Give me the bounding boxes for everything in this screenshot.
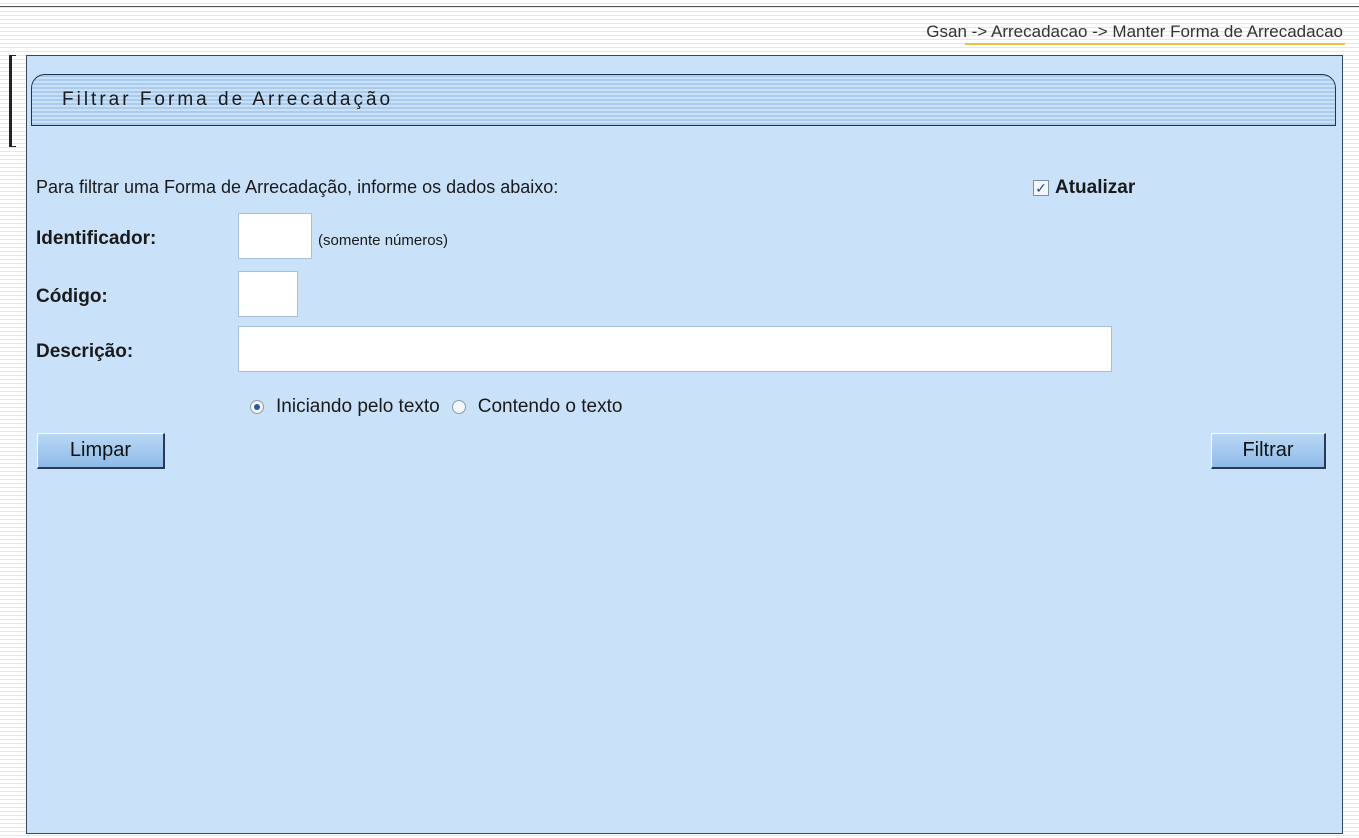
limpar-button[interactable]: Limpar [37,433,165,469]
radio-selected-icon[interactable] [250,400,264,414]
identificador-label: Identificador: [36,228,157,249]
panel-header: Filtrar Forma de Arrecadação [31,74,1336,126]
panel-title: Filtrar Forma de Arrecadação [62,89,394,110]
atualizar-checkbox-group[interactable]: ✓ Atualizar [1033,177,1135,199]
filtrar-button[interactable]: Filtrar [1211,433,1326,469]
descricao-input[interactable] [238,326,1112,372]
radio-option-contendo[interactable]: Contendo o texto [478,396,623,418]
breadcrumb-underline [965,43,1345,45]
top-divider [0,6,1359,7]
identificador-input[interactable] [238,213,312,259]
breadcrumb: Gsan -> Arrecadacao -> Manter Forma de A… [926,22,1343,41]
intro-text: Para filtrar uma Forma de Arrecadação, i… [36,177,559,197]
page: Gsan -> Arrecadacao -> Manter Forma de A… [0,0,1359,838]
left-menu-edge [9,55,16,147]
codigo-input[interactable] [238,271,298,317]
codigo-label: Código: [36,286,108,307]
atualizar-label: Atualizar [1055,177,1136,198]
filter-panel: Filtrar Forma de Arrecadação Para filtra… [26,55,1343,834]
identificador-hint: (somente números) [318,232,449,249]
search-mode-group: Iniciando pelo texto Contendo o texto [250,396,622,418]
checkbox-checked-icon[interactable]: ✓ [1033,180,1049,196]
radio-unselected-icon[interactable] [451,400,466,414]
descricao-label: Descrição: [36,341,134,362]
radio-option-iniciando[interactable]: Iniciando pelo texto [276,396,440,418]
